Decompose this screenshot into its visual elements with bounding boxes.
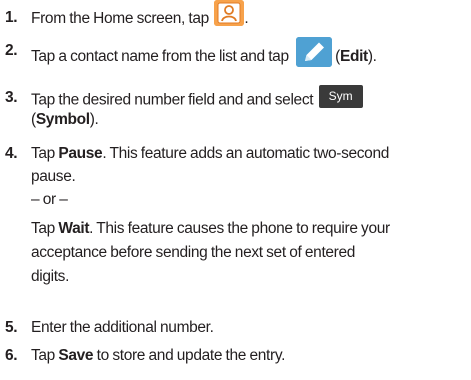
step-text: Tap Save to store and update the entry.	[31, 347, 286, 364]
or-separator: – or –	[31, 191, 68, 208]
step-number: 5.	[5, 319, 18, 336]
step-number: 6.	[5, 347, 18, 364]
step-text: Enter the additional number.	[31, 319, 214, 336]
step-text: From the Home screen, tap .	[31, 0, 249, 29]
step-text: Tap a contact name from the list and tap…	[31, 37, 377, 72]
step-number: 1.	[5, 9, 18, 26]
step-number: 3.	[5, 89, 18, 106]
sym-key-icon: Sym	[318, 85, 363, 108]
instruction-list: 1. From the Home screen, tap . 2. Tap a …	[0, 0, 471, 380]
step-text: Tap the desired number field and and sel…	[31, 85, 363, 138]
step-number: 2.	[5, 42, 18, 59]
edit-pencil-icon	[296, 37, 333, 67]
step-number: 4.	[5, 145, 18, 162]
step-text: Tap Pause. This feature adds an automati…	[31, 145, 390, 285]
contacts-icon	[214, 0, 245, 26]
